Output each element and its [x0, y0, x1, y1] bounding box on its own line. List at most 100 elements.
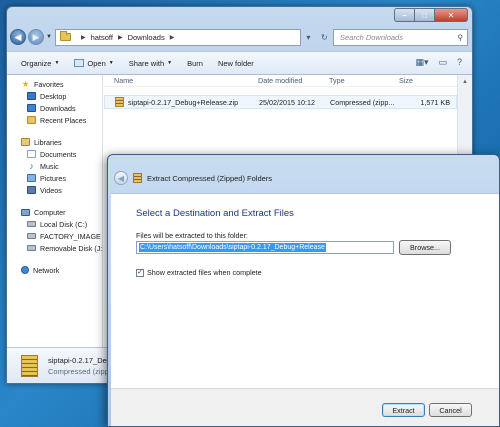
extract-dialog: ◀ Extract Compressed (Zipped) Folders Se… — [107, 154, 500, 427]
nav-label: Downloads — [40, 103, 76, 113]
destination-label: Files will be extracted to this folder: — [136, 231, 248, 240]
help-icon[interactable]: ? — [457, 57, 462, 68]
show-files-label: Show extracted files when complete — [147, 268, 262, 277]
breadcrumb-downloads[interactable]: Downloads — [128, 33, 165, 42]
nav-item-removable-disk[interactable]: Removable Disk (J:) — [7, 242, 102, 254]
nav-item-factory-image[interactable]: FACTORY_IMAGE (D — [7, 230, 102, 242]
column-header-name[interactable]: Name — [104, 76, 255, 85]
burn-button[interactable]: Burn — [187, 59, 203, 68]
details-file-name: siptapi-0.2.17_Deb — [48, 355, 111, 365]
file-size: 1,571 KB — [420, 97, 450, 107]
destination-path-value: C:\Users\hatsoff\Downloads\siptapi-0.2.1… — [139, 243, 326, 252]
address-dropdown-icon[interactable]: ▾ — [306, 33, 310, 42]
details-text: siptapi-0.2.17_Deb Compressed (zipp — [48, 355, 111, 377]
drive-icon — [27, 233, 36, 239]
file-type: Compressed (zipp... — [330, 97, 395, 107]
nav-label: Music — [40, 161, 59, 171]
maximize-button[interactable]: □ — [414, 8, 434, 22]
nav-label: FACTORY_IMAGE (D — [40, 231, 102, 241]
view-options-icon[interactable]: ▦▾ — [415, 57, 428, 68]
chevron-right-icon[interactable]: ▶ — [170, 34, 175, 41]
organize-button[interactable]: Organize ▼ — [21, 59, 59, 68]
open-label: Open — [87, 58, 106, 68]
forward-button[interactable]: ▶ — [28, 29, 44, 45]
nav-item-libraries[interactable]: Libraries — [7, 136, 102, 148]
chevron-down-icon: ▼ — [108, 60, 114, 66]
dialog-footer: Extract Cancel — [111, 388, 499, 426]
zip-folder-icon — [133, 173, 142, 183]
network-icon — [21, 266, 29, 274]
preview-pane-icon[interactable]: ▭ — [438, 57, 447, 68]
show-files-option[interactable]: ✓ Show extracted files when complete — [136, 268, 262, 277]
search-input[interactable]: Search Downloads ⚲ — [333, 28, 468, 46]
breadcrumb-hatsoff[interactable]: hatsoff — [91, 33, 113, 42]
search-placeholder: Search Downloads — [340, 32, 403, 42]
open-button[interactable]: Open ▼ — [74, 58, 114, 68]
file-row[interactable]: siptapi-0.2.17_Debug+Release.zip 25/02/2… — [104, 95, 457, 109]
back-arrow-icon[interactable]: ◀ — [114, 171, 128, 185]
nav-item-documents[interactable]: Documents — [7, 148, 102, 160]
nav-item-music[interactable]: ♪ Music — [7, 160, 102, 172]
folder-icon — [59, 31, 71, 41]
refresh-icon[interactable]: ↻ — [321, 33, 328, 42]
toolbar-right: ▦▾ ▭ ? — [415, 57, 462, 68]
nav-item-pictures[interactable]: Pictures — [7, 172, 102, 184]
command-bar: Organize ▼ Open ▼ Share with ▼ Burn New … — [7, 51, 472, 75]
nav-label: Network — [33, 265, 60, 275]
nav-item-favorites[interactable]: ★ Favorites — [7, 78, 102, 90]
column-header-size[interactable]: Size — [395, 76, 455, 85]
nav-item-computer[interactable]: Computer — [7, 206, 102, 218]
extract-button[interactable]: Extract — [382, 403, 425, 417]
column-header-date-modified[interactable]: Date modified — [255, 76, 326, 85]
cancel-button[interactable]: Cancel — [429, 403, 472, 417]
minimize-button[interactable]: – — [394, 8, 414, 22]
recent-places-icon — [27, 116, 36, 124]
pictures-icon — [27, 174, 36, 182]
computer-icon — [21, 208, 30, 216]
file-date: 25/02/2015 10:12 — [259, 97, 315, 107]
nav-label: Documents — [40, 149, 77, 159]
chevron-down-icon: ▼ — [54, 60, 60, 66]
nav-item-desktop[interactable]: Desktop — [7, 90, 102, 102]
scroll-up-icon[interactable]: ▲ — [458, 75, 472, 89]
share-with-label: Share with — [128, 58, 165, 68]
downloads-icon — [27, 104, 36, 112]
chevron-right-icon[interactable]: ▶ — [118, 34, 123, 41]
videos-icon — [27, 186, 36, 194]
close-button[interactable]: ✕ — [434, 8, 468, 22]
dialog-title: Extract Compressed (Zipped) Folders — [147, 173, 273, 183]
browse-button[interactable]: Browse... — [399, 240, 451, 255]
new-folder-button[interactable]: New folder — [218, 59, 254, 68]
libraries-icon — [21, 138, 30, 146]
address-tools: ▾ ↻ — [301, 33, 333, 42]
dialog-title-bar: ◀ Extract Compressed (Zipped) Folders — [114, 171, 272, 185]
back-button[interactable]: ◀ — [10, 29, 26, 45]
nav-item-local-disk[interactable]: Local Disk (C:) — [7, 218, 102, 230]
nav-label: Favorites — [34, 79, 64, 89]
chevron-down-icon: ▼ — [167, 60, 173, 66]
file-name: siptapi-0.2.17_Debug+Release.zip — [128, 97, 239, 107]
desktop-icon — [27, 92, 36, 100]
nav-item-videos[interactable]: Videos — [7, 184, 102, 196]
drive-icon — [27, 221, 36, 227]
chevron-right-icon[interactable]: ▶ — [81, 34, 86, 41]
nav-label: Recent Places — [40, 115, 87, 125]
search-icon: ⚲ — [457, 32, 464, 42]
nav-label: Removable Disk (J:) — [40, 243, 102, 253]
column-headers: Name Date modified Type Size — [104, 75, 457, 87]
nav-item-network[interactable]: Network — [7, 264, 102, 276]
share-with-button[interactable]: Share with ▼ — [129, 59, 172, 68]
nav-label: Videos — [40, 185, 62, 195]
show-files-checkbox[interactable]: ✓ — [136, 268, 144, 277]
zip-file-icon — [115, 97, 124, 107]
column-header-type[interactable]: Type — [326, 76, 395, 85]
star-icon: ★ — [21, 78, 30, 89]
nav-label: Desktop — [40, 91, 67, 101]
address-bar[interactable]: ▶ hatsoff ▶ Downloads ▶ — [54, 28, 301, 46]
documents-icon — [27, 150, 36, 158]
nav-item-recent-places[interactable]: Recent Places — [7, 114, 102, 126]
recent-pages-dropdown[interactable]: ▼ — [46, 34, 52, 40]
destination-path-input[interactable]: C:\Users\hatsoff\Downloads\siptapi-0.2.1… — [136, 241, 394, 254]
nav-item-downloads[interactable]: Downloads — [7, 102, 102, 114]
burn-label: Burn — [187, 58, 203, 68]
